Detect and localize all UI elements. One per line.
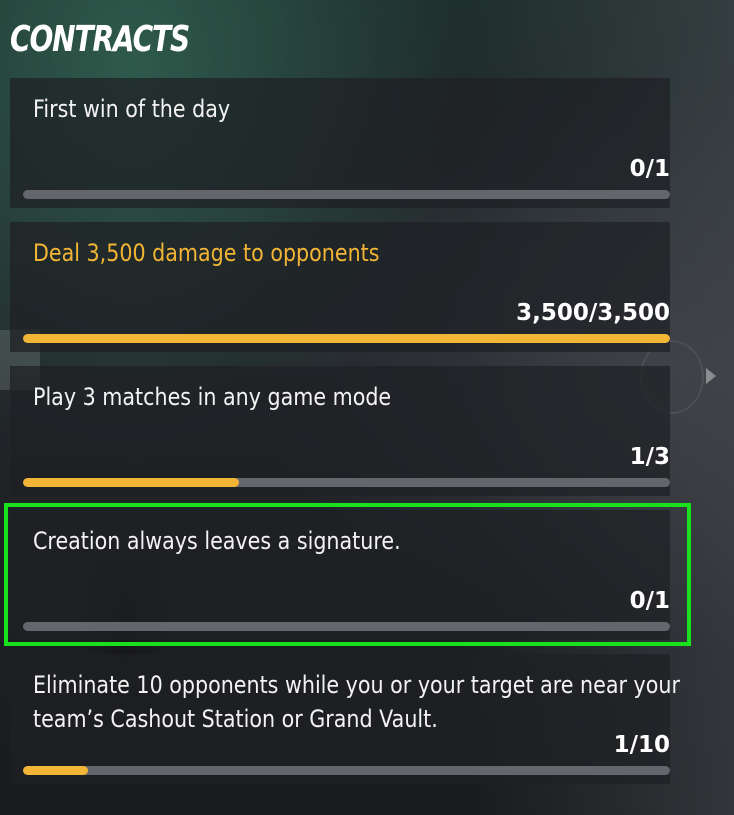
page-title: CONTRACTS xyxy=(10,19,190,60)
selection-highlight xyxy=(4,503,691,646)
contract-progress-count: 1/10 xyxy=(613,732,670,758)
contract-progress-bar xyxy=(23,190,670,199)
contract-card-eliminate[interactable]: Eliminate 10 opponents while you or your… xyxy=(10,654,680,784)
contract-text: Eliminate 10 opponents while you or your… xyxy=(33,671,680,733)
contract-progress-count: 0/1 xyxy=(629,156,670,182)
contract-progress-count: 1/3 xyxy=(629,444,670,470)
contract-progress-count: 3,500/3,500 xyxy=(516,300,670,326)
contract-progress-bar xyxy=(23,766,670,775)
contract-text: First win of the day xyxy=(33,95,231,123)
contract-progress-fill xyxy=(23,766,88,775)
contract-progress-fill xyxy=(23,478,239,487)
contract-text: Play 3 matches in any game mode xyxy=(33,383,392,411)
contract-card-play-matches[interactable]: Play 3 matches in any game mode 1/3 xyxy=(10,366,670,496)
contract-progress-fill xyxy=(23,334,670,343)
contract-text: Deal 3,500 damage to opponents xyxy=(33,239,380,267)
contract-card-first-win[interactable]: First win of the day 0/1 xyxy=(10,78,670,208)
contract-progress-bar xyxy=(23,478,670,487)
contract-progress-bar xyxy=(23,334,670,343)
contract-card-deal-damage[interactable]: Deal 3,500 damage to opponents 3,500/3,5… xyxy=(10,222,670,352)
chevron-right-icon[interactable] xyxy=(706,368,716,384)
